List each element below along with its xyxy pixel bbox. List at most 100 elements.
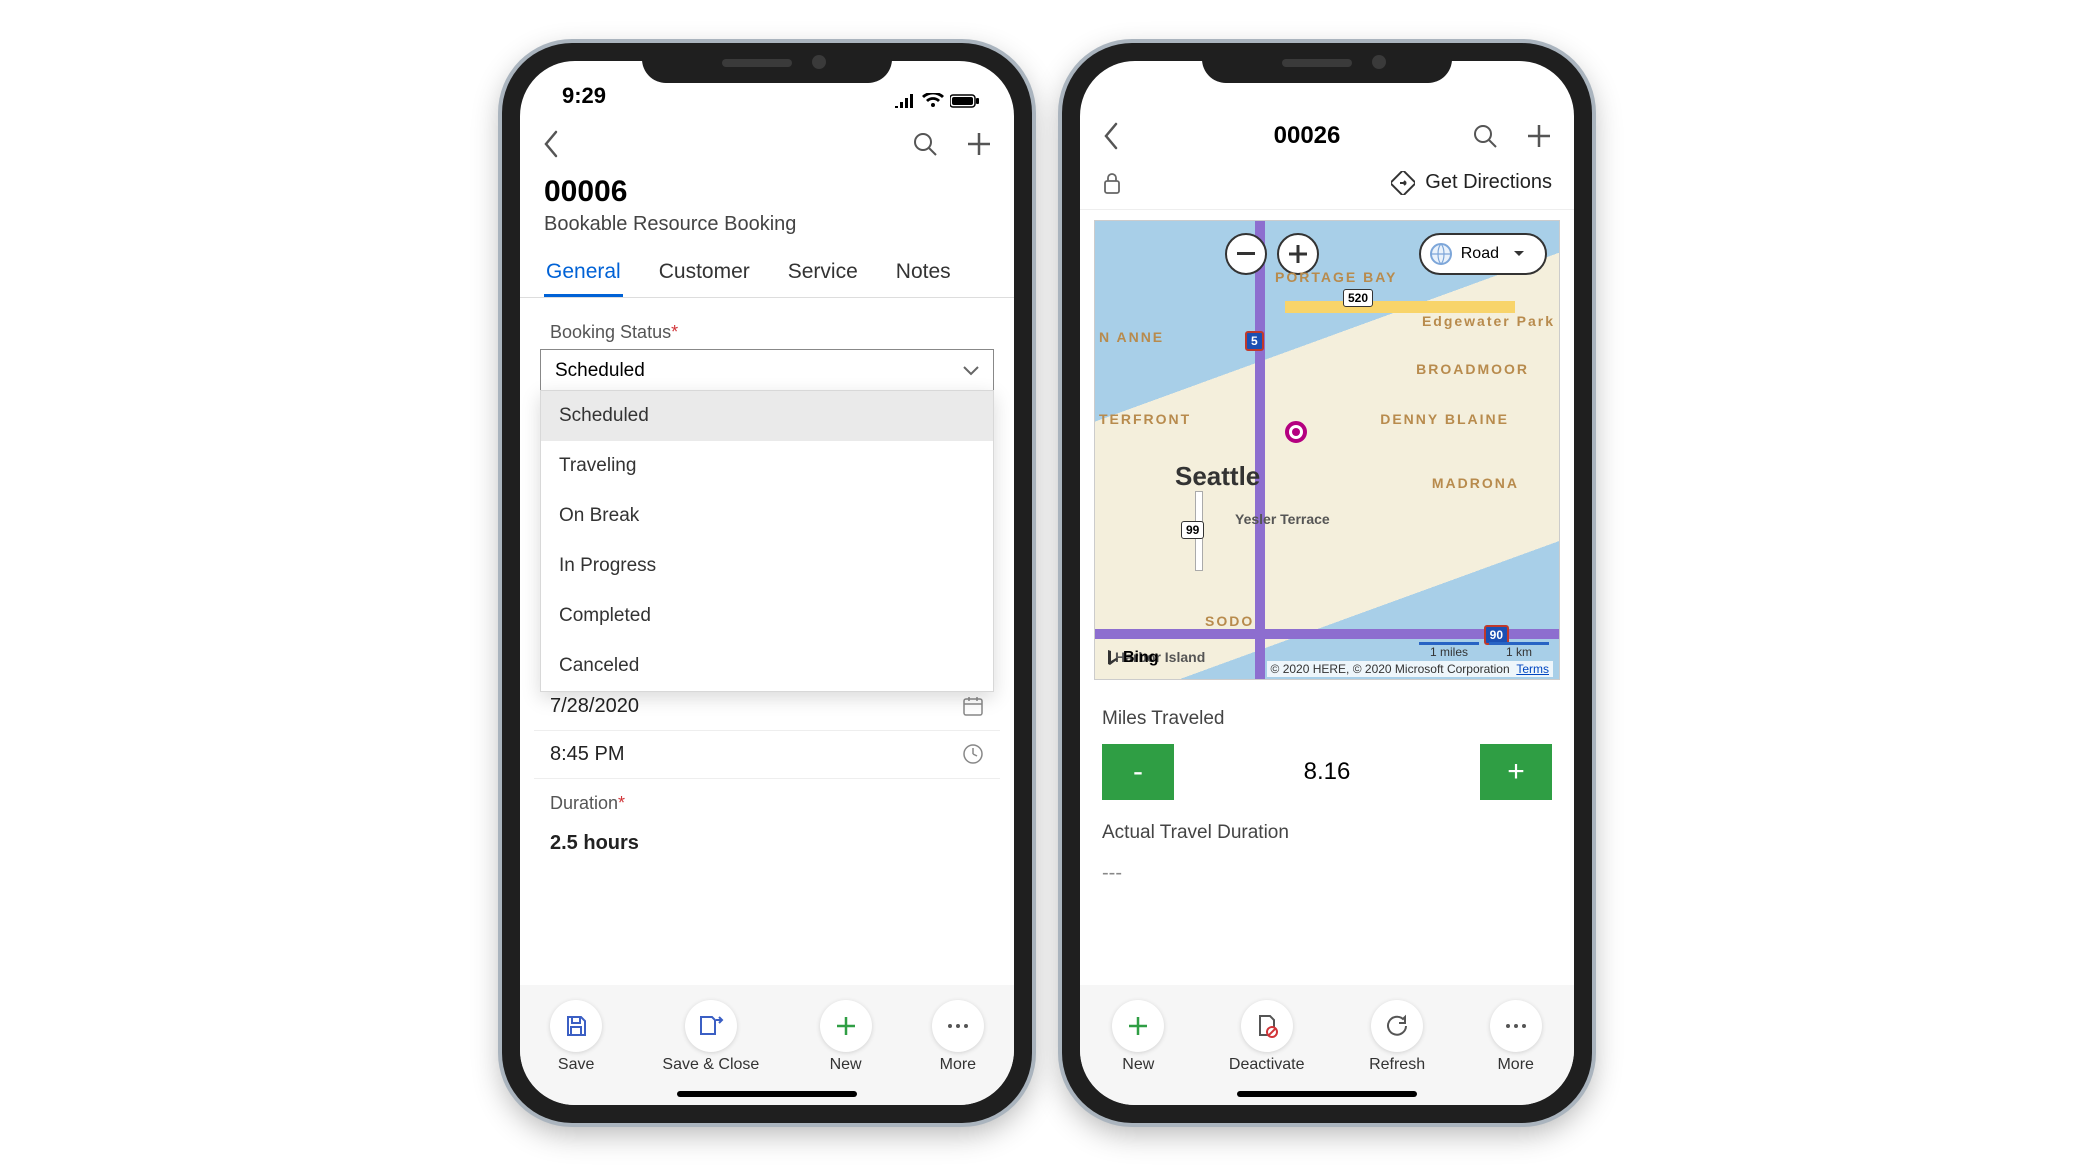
new-button[interactable]: New [820,1000,872,1074]
phone-notch [1202,43,1452,83]
add-button[interactable] [1526,123,1552,149]
status-option-scheduled[interactable]: Scheduled [541,391,993,441]
phone-left: 9:29 00006 Bookable Resou [502,43,1032,1123]
search-button[interactable] [912,131,938,157]
record-id: 00006 [544,175,990,209]
battery-icon [950,94,980,108]
chevron-left-icon [1102,122,1118,150]
neighborhood-label: MADRONA [1432,475,1519,491]
save-button[interactable]: Save [550,1000,602,1074]
plus-icon [1126,1014,1150,1038]
neighborhood-label: N ANNE [1099,329,1164,345]
command-bar: New Deactivate Refresh More [1080,985,1574,1105]
duration-label: Duration* [534,779,1000,820]
neighborhood-label: DENNY BLAINE [1380,411,1509,427]
tab-general[interactable]: General [544,250,623,297]
command-bar: Save Save & Close New More [520,985,1014,1105]
map-subheader: Get Directions [1080,157,1574,210]
home-indicator[interactable] [677,1091,857,1097]
shield-99: 99 [1181,521,1204,539]
get-directions-button[interactable]: Get Directions [1391,171,1552,195]
more-button[interactable]: More [1490,1000,1542,1074]
refresh-button[interactable]: Refresh [1369,1000,1425,1074]
directions-icon [1391,171,1415,195]
phone-right: 00026 Get Directions [1062,43,1592,1123]
app-header [520,113,1014,165]
map-scale: 1 miles 1 km [1419,642,1549,659]
page-title: 00026 [1142,122,1472,150]
more-icon [946,1023,970,1029]
duration-value: 2.5 hours [550,832,639,855]
time-value: 8:45 PM [550,743,624,766]
miles-traveled-field: Miles Traveled - 8.16 + [1080,690,1574,800]
plus-icon [1289,245,1307,263]
booking-status-select[interactable]: Scheduled [540,349,994,393]
location-pin-icon [1285,421,1307,443]
clock-icon [962,743,984,765]
bing-logo: Bing [1105,649,1159,667]
search-icon [912,131,938,157]
map-terms-link[interactable]: Terms [1516,662,1549,676]
miles-label: Miles Traveled [1102,708,1552,730]
booking-status-dropdown: Scheduled Traveling On Break In Progress… [540,390,994,692]
status-option-in-progress[interactable]: In Progress [541,541,993,591]
neighborhood-label: Edgewater Park [1422,313,1555,329]
statusbar-icons [894,93,980,109]
map[interactable]: 5 520 99 90 Road Seattle [1094,220,1560,680]
miles-plus-button[interactable]: + [1480,744,1552,800]
tab-notes[interactable]: Notes [894,250,953,297]
actual-travel-value: --- [1102,858,1552,885]
date-value: 7/28/2020 [550,695,639,718]
statusbar-time: 9:29 [562,83,606,109]
back-button[interactable] [1102,122,1142,150]
home-indicator[interactable] [1237,1091,1417,1097]
miles-value[interactable]: 8.16 [1304,758,1351,786]
plus-icon [834,1014,858,1038]
chevron-left-icon [542,130,558,158]
get-directions-label: Get Directions [1425,171,1552,194]
back-button[interactable] [542,130,582,158]
tabs: General Customer Service Notes [520,250,1014,298]
miles-minus-button[interactable]: - [1102,744,1174,800]
road-520 [1285,301,1515,313]
plus-icon [1526,123,1552,149]
search-icon [1472,123,1498,149]
more-button[interactable]: More [932,1000,984,1074]
tab-service[interactable]: Service [786,250,860,297]
deactivate-button[interactable]: Deactivate [1229,1000,1305,1074]
map-mode-select[interactable]: Road [1419,233,1547,275]
calendar-icon [962,695,984,717]
zoom-out-button[interactable] [1225,233,1267,275]
add-button[interactable] [966,131,992,157]
neighborhood-label: PORTAGE BAY [1275,269,1397,285]
actual-travel-field: Actual Travel Duration --- [1080,800,1574,885]
lock-icon [1102,171,1122,195]
new-button[interactable]: New [1112,1000,1164,1074]
booking-status-value: Scheduled [555,360,645,382]
neighborhood-label: BROADMOOR [1416,361,1529,377]
search-button[interactable] [1472,123,1498,149]
save-close-button[interactable]: Save & Close [662,1000,759,1074]
status-option-on-break[interactable]: On Break [541,491,993,541]
time-field[interactable]: 8:45 PM [534,731,1000,779]
city-label: Seattle [1175,461,1260,492]
caret-down-icon [1513,250,1525,258]
map-mode-label: Road [1461,245,1499,263]
refresh-icon [1384,1013,1410,1039]
deactivate-icon [1254,1013,1280,1039]
neighborhood-label: Yesler Terrace [1235,511,1330,527]
neighborhood-label: SODO [1205,613,1254,629]
phone-notch [642,43,892,83]
status-option-completed[interactable]: Completed [541,591,993,641]
duration-field[interactable]: 2.5 hours [534,820,1000,867]
map-container: 5 520 99 90 Road Seattle [1080,210,1574,690]
status-option-canceled[interactable]: Canceled [541,641,993,691]
title-block: 00006 Bookable Resource Booking [520,165,1014,250]
status-option-traveling[interactable]: Traveling [541,441,993,491]
neighborhood-label: TERFRONT [1099,411,1191,427]
globe-icon [1429,242,1453,266]
more-icon [1504,1023,1528,1029]
tab-customer[interactable]: Customer [657,250,752,297]
minus-icon [1237,252,1255,256]
form-body: Booking Status* Scheduled Scheduled Trav… [520,298,1014,985]
